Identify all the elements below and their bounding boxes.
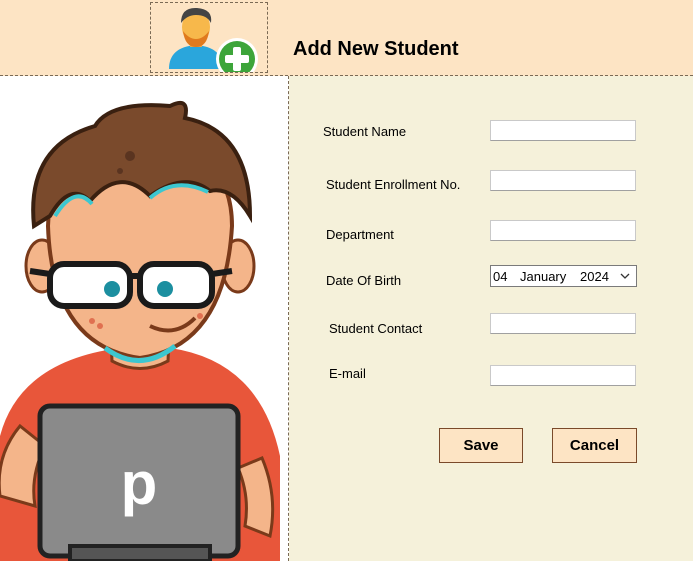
dob-year: 2024 — [580, 269, 609, 284]
contact-input[interactable] — [490, 313, 636, 334]
student-illustration: p — [0, 101, 280, 561]
logo-box — [150, 2, 268, 80]
department-label: Department — [326, 227, 394, 242]
dob-label: Date Of Birth — [326, 273, 402, 288]
chevron-down-icon[interactable] — [620, 271, 630, 281]
laptop-logo-letter: p — [121, 450, 158, 517]
page-title: Add New Student — [293, 38, 459, 60]
student-name-label: Student Name — [323, 124, 407, 139]
contact-label: Student Contact — [329, 321, 423, 336]
email-label: E-mail — [329, 366, 366, 381]
cancel-button[interactable]: Cancel — [552, 428, 637, 463]
email-input[interactable] — [490, 365, 636, 386]
dob-day: 04 — [493, 269, 508, 284]
student-name-input[interactable] — [490, 120, 636, 141]
enrollment-input[interactable] — [490, 170, 636, 191]
dob-month: January — [520, 269, 567, 284]
add-user-icon — [169, 7, 258, 80]
department-input[interactable] — [490, 220, 636, 241]
save-button[interactable]: Save — [439, 428, 523, 463]
header-bar: Add New Student — [0, 0, 693, 80]
enrollment-label: Student Enrollment No. — [326, 177, 461, 192]
dob-date-picker[interactable]: 04 January 2024 — [490, 265, 637, 287]
illustration-panel: p — [0, 76, 289, 561]
